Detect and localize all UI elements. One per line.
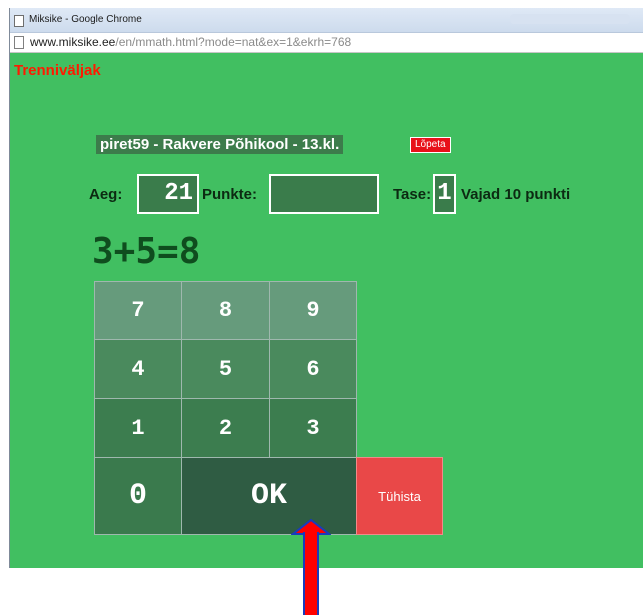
- user-info: piret59 - Rakvere Põhikool - 13.kl.: [96, 135, 344, 154]
- points-value-box: [269, 174, 379, 214]
- level-value: 1: [437, 180, 452, 207]
- status-row: Aeg: 21 Punkte: Tase: 1 Vajad 10 punkti: [89, 174, 643, 214]
- level-value-box: 1: [433, 174, 456, 214]
- page-icon: [14, 15, 24, 27]
- key-3[interactable]: 3: [269, 398, 357, 458]
- url-host: www.miksike.ee: [30, 35, 116, 49]
- time-label: Aeg:: [89, 186, 123, 203]
- key-6[interactable]: 6: [269, 339, 357, 399]
- page-title: Trenniväljak: [14, 62, 101, 79]
- address-bar[interactable]: www.miksike.ee/en/mmath.html?mode=nat&ex…: [10, 33, 643, 53]
- level-label: Tase:: [393, 186, 432, 203]
- key-2[interactable]: 2: [181, 398, 270, 458]
- points-needed-text: Vajad 10 punkti: [461, 186, 571, 203]
- title-bar[interactable]: Miksike - Google Chrome: [10, 8, 643, 33]
- key-5[interactable]: 5: [181, 339, 270, 399]
- window-controls-area: [510, 14, 630, 24]
- quit-button[interactable]: Lõpeta: [410, 137, 451, 153]
- key-4[interactable]: 4: [94, 339, 182, 399]
- time-value: 21: [164, 180, 193, 207]
- key-1[interactable]: 1: [94, 398, 182, 458]
- window-title: Miksike - Google Chrome: [29, 14, 142, 25]
- equation-display: 3+5=8: [92, 231, 201, 272]
- browser-window: Miksike - Google Chrome www.miksike.ee/e…: [9, 8, 643, 568]
- key-7[interactable]: 7: [94, 281, 182, 340]
- points-label: Punkte:: [202, 186, 258, 203]
- key-0[interactable]: 0: [94, 457, 182, 535]
- url-text[interactable]: www.miksike.ee/en/mmath.html?mode=nat&ex…: [30, 35, 351, 49]
- page-content: Trenniväljak piret59 - Rakvere Põhikool …: [10, 53, 643, 568]
- key-9[interactable]: 9: [269, 281, 357, 340]
- red-arrow-shaft: [303, 532, 319, 615]
- time-value-box: 21: [137, 174, 199, 214]
- cancel-button[interactable]: Tühista: [356, 457, 443, 535]
- page-icon: [14, 36, 24, 49]
- url-path: /en/mmath.html?mode=nat&ex=1&ekrh=768: [115, 35, 352, 49]
- key-8[interactable]: 8: [181, 281, 270, 340]
